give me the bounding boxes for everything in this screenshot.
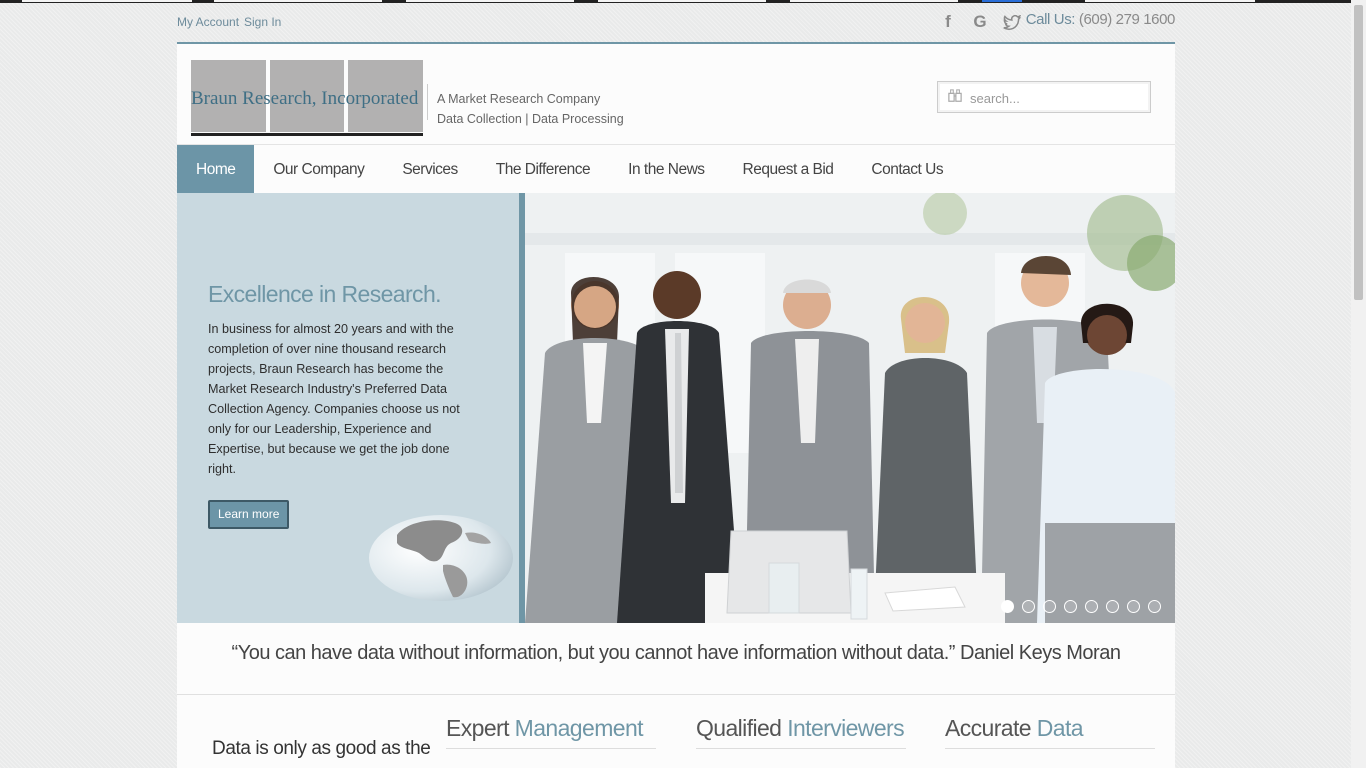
tagline-line-1: A Market Research Company (437, 92, 601, 106)
quote-banner: “You can have data without information, … (177, 623, 1175, 695)
twitter-icon[interactable] (1002, 12, 1022, 32)
twitter-bird-icon (1003, 14, 1022, 30)
page-scrollbar[interactable] (1351, 0, 1366, 768)
quote-text: “You can have data without information, … (231, 642, 1121, 664)
globe-image (369, 515, 513, 601)
hero-description: In business for almost 20 years and with… (208, 322, 460, 476)
facebook-glyph: f (945, 12, 951, 31)
search-input[interactable] (968, 87, 1142, 109)
feature-accurate-data: Accurate Data (945, 715, 1155, 749)
nav-request-a-bid[interactable]: Request a Bid (724, 145, 853, 194)
google-glyph: G (973, 12, 987, 31)
utility-bar: My Account Sign In f G Call Us: (609) 27… (177, 0, 1175, 42)
learn-more-button[interactable]: Learn more (208, 500, 290, 529)
nav-home[interactable]: Home (177, 145, 255, 194)
slider-dot-5[interactable] (1085, 600, 1098, 613)
feature-2-word-a: Qualified (696, 715, 782, 741)
nav-services[interactable]: Services (383, 145, 476, 194)
feature-expert-management: Expert Management (446, 715, 656, 749)
business-team-photo (525, 193, 1175, 623)
nav-our-company[interactable]: Our Company (254, 145, 383, 194)
tagline: A Market Research Company Data Collectio… (437, 89, 624, 129)
call-us: Call Us: (609) 279 1600 (1025, 11, 1176, 28)
sign-in-link[interactable]: Sign In (244, 15, 281, 29)
slider-dot-2[interactable] (1022, 600, 1035, 613)
slider-dot-8[interactable] (1148, 600, 1161, 613)
hero-slider: Excellence in Research. In business for … (177, 193, 1175, 623)
logo-company-name: Braun Research, Incorporated (191, 88, 419, 109)
slider-dots (993, 600, 1161, 613)
search-binoculars-icon (948, 89, 962, 102)
feature-qualified-interviewers: Qualified Interviewers (696, 715, 906, 749)
logo-separator (427, 84, 428, 120)
features-section: Data is only as good as the Expert Manag… (177, 695, 1175, 768)
feature-3-word-b: Data (1036, 715, 1084, 741)
nav-in-the-news[interactable]: In the News (609, 145, 723, 194)
main-nav: Home Our Company Services The Difference… (177, 144, 1175, 195)
feature-3-word-a: Accurate (945, 715, 1032, 741)
slider-dot-6[interactable] (1106, 600, 1119, 613)
slider-dot-7[interactable] (1127, 600, 1140, 613)
hero-text-panel: Excellence in Research. In business for … (177, 193, 519, 623)
phone-number: (609) 279 1600 (1078, 11, 1176, 28)
slider-dot-4[interactable] (1064, 600, 1077, 613)
logo-underline (191, 133, 423, 136)
feature-1-word-b: Management (514, 715, 644, 741)
bri-logo[interactable]: Braun Research, Incorporated (191, 60, 424, 136)
features-intro: Data is only as good as the (212, 738, 431, 759)
facebook-icon[interactable]: f (938, 12, 958, 32)
feature-1-word-a: Expert (446, 715, 509, 741)
google-icon[interactable]: G (970, 12, 990, 32)
nav-the-difference[interactable]: The Difference (477, 145, 609, 194)
call-label: Call Us: (1025, 11, 1076, 28)
feature-2-word-b: Interviewers (787, 715, 904, 741)
my-account-link[interactable]: My Account (177, 15, 239, 29)
site-header: Braun Research, Incorporated A Market Re… (177, 42, 1175, 146)
tagline-line-2: Data Collection | Data Processing (437, 112, 624, 126)
nav-contact-us[interactable]: Contact Us (852, 145, 962, 194)
business-team-illustration (525, 193, 1175, 623)
hero-title: Excellence in Research. (208, 281, 442, 307)
slider-dot-1[interactable] (1001, 600, 1014, 613)
scrollbar-thumb[interactable] (1354, 5, 1363, 300)
slider-dot-3[interactable] (1043, 600, 1056, 613)
search-box (937, 81, 1151, 113)
